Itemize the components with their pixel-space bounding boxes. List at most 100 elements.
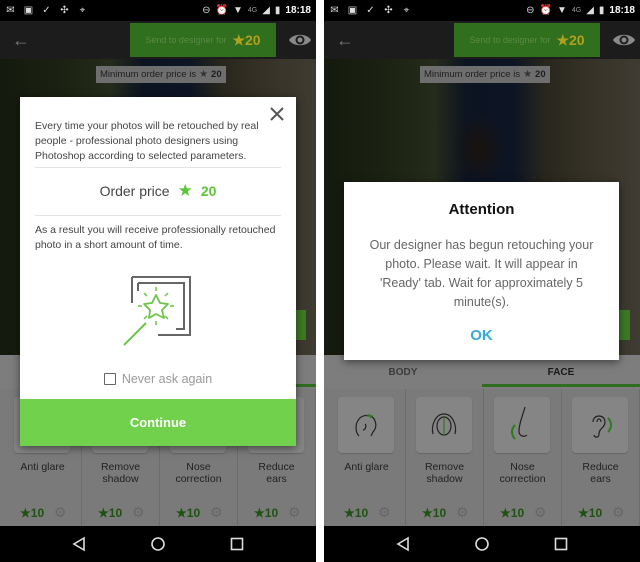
card-icon-box xyxy=(572,397,628,453)
card-name-line2: correction xyxy=(175,473,222,485)
phone-screen-attention-dialog: ✉ ▣ ✓ ✣ ⌖ ⊖ ⏰ ▼ 4G ◢ ▮ 18:18 ← Send to d… xyxy=(324,0,640,562)
tab-face[interactable]: FACE xyxy=(482,355,640,389)
android-nav-bar xyxy=(0,526,316,562)
card-name: Nose correction xyxy=(484,461,561,485)
minimum-price-badge: Minimum order price is ★ 20 xyxy=(96,66,226,83)
arrow-left-icon: ← xyxy=(12,30,30,50)
maps-icon: ⌖ xyxy=(403,5,410,16)
card-price: ★10 xyxy=(254,506,279,520)
card-name: Reduce ears xyxy=(562,461,639,485)
download-done-icon: ✓ xyxy=(42,5,51,16)
square-recents-icon xyxy=(554,537,567,551)
gear-icon[interactable]: ⚙ xyxy=(456,504,469,521)
option-card-remove-shadow[interactable]: Remove shadow ★10 ⚙ xyxy=(406,389,484,526)
tab-body[interactable]: BODY xyxy=(324,355,482,389)
alarm-icon: ⏰ xyxy=(539,5,552,16)
card-price-value: 10 xyxy=(588,506,603,520)
nav-home-button[interactable] xyxy=(472,534,492,554)
card-name-line1: Reduce xyxy=(258,461,295,473)
toolbar: ← Send to designer for ★20 xyxy=(0,21,316,59)
toolbar: ← Send to designer for ★20 xyxy=(324,21,640,59)
card-name: Anti glare xyxy=(328,461,405,473)
image-icon: ▣ xyxy=(23,5,34,16)
retouch-options-list: Anti glare ★10 ⚙ Remove shadow ★10 ⚙ Nose… xyxy=(324,389,640,526)
card-price: ★10 xyxy=(176,506,201,520)
card-name: Nose correction xyxy=(160,461,237,485)
card-name-line2: shadow xyxy=(102,473,139,485)
category-tabs: BODY FACE xyxy=(324,355,640,389)
image-icon: ▣ xyxy=(347,5,358,16)
option-card-anti-glare[interactable]: Anti glare ★10 ⚙ xyxy=(328,389,406,526)
nav-back-button[interactable] xyxy=(393,534,413,554)
retouch-info-dialog: Every time your photos will be retouched… xyxy=(20,97,296,446)
wifi-icon: ▼ xyxy=(556,5,567,16)
gear-icon[interactable]: ⚙ xyxy=(612,504,625,521)
maps-icon: ⌖ xyxy=(79,5,86,16)
card-price: ★10 xyxy=(98,506,123,520)
option-card-nose-correction[interactable]: Nose correction ★10 ⚙ xyxy=(484,389,562,526)
gear-icon[interactable]: ⚙ xyxy=(534,504,547,521)
phone-screen-info-dialog: ✉ ▣ ✓ ✣ ⌖ ⊖ ⏰ ▼ 4G ◢ ▮ 18:18 ← Send to d… xyxy=(0,0,316,562)
card-price-value: 10 xyxy=(510,506,525,520)
nav-home-button[interactable] xyxy=(148,534,168,554)
ok-button[interactable]: OK xyxy=(344,327,619,344)
gear-icon[interactable]: ⚙ xyxy=(54,504,67,521)
gear-icon[interactable]: ⚙ xyxy=(132,504,145,521)
head-glare-icon xyxy=(355,413,377,437)
battery-icon: ▮ xyxy=(274,5,281,16)
nav-back-button[interactable] xyxy=(69,534,89,554)
continue-button[interactable]: Continue xyxy=(20,399,296,446)
gmail-icon: ✉ xyxy=(6,5,15,16)
option-card-reduce-ears[interactable]: Reduce ears ★10 ⚙ xyxy=(562,389,640,526)
send-to-designer-button[interactable]: Send to designer for ★20 xyxy=(454,23,600,57)
star-icon: ★ xyxy=(523,69,533,80)
card-name: Reduce ears xyxy=(238,461,315,485)
preview-button[interactable] xyxy=(288,28,312,52)
back-button[interactable]: ← xyxy=(336,30,356,50)
gear-icon[interactable]: ⚙ xyxy=(378,504,391,521)
card-price: ★10 xyxy=(344,506,369,520)
send-price-value: 20 xyxy=(569,31,585,48)
star-icon: ★ xyxy=(199,69,209,80)
card-price-value: 10 xyxy=(108,506,123,520)
min-price-value: 20 xyxy=(535,69,546,80)
preview-button[interactable] xyxy=(612,28,636,52)
dialog-title: Attention xyxy=(448,201,515,218)
square-recents-icon xyxy=(230,537,243,551)
card-icon-box xyxy=(338,397,394,453)
do-not-disturb-icon: ⊖ xyxy=(202,5,211,16)
card-price-value: 10 xyxy=(354,506,369,520)
order-price-value: 20 xyxy=(200,183,217,199)
wifi-icon: ▼ xyxy=(232,5,243,16)
card-price-value: 10 xyxy=(30,506,45,520)
eye-icon xyxy=(613,34,635,46)
never-ask-again-label: Never ask again xyxy=(121,372,213,386)
nose-icon xyxy=(511,406,528,440)
never-ask-again-row[interactable]: Never ask again xyxy=(20,372,296,386)
card-name-line1: Remove xyxy=(424,461,465,473)
network-4g-icon: 4G xyxy=(571,7,582,14)
card-name-line1: Reduce xyxy=(582,461,619,473)
network-4g-icon: 4G xyxy=(247,7,258,14)
order-price-label: Order price xyxy=(99,183,170,199)
divider xyxy=(35,215,281,216)
card-name-line2: ears xyxy=(266,473,287,485)
min-price-label: Minimum order price is xyxy=(424,69,521,80)
card-price: ★10 xyxy=(422,506,447,520)
back-button[interactable]: ← xyxy=(12,30,32,50)
send-to-designer-button[interactable]: Send to designer for ★20 xyxy=(130,23,276,57)
card-name-line2: shadow xyxy=(426,473,463,485)
order-price-row: Order price ★ 20 xyxy=(20,181,296,201)
eye-icon xyxy=(289,34,311,46)
star-icon: ★ xyxy=(556,31,570,48)
nav-recents-button[interactable] xyxy=(227,534,247,554)
gear-icon[interactable]: ⚙ xyxy=(288,504,301,521)
nav-recents-button[interactable] xyxy=(551,534,571,554)
star-icon: ★ xyxy=(232,31,246,48)
ear-icon xyxy=(592,415,612,438)
gear-icon[interactable]: ⚙ xyxy=(210,504,223,521)
minimum-price-badge: Minimum order price is ★ 20 xyxy=(420,66,550,83)
alarm-icon: ⏰ xyxy=(215,5,228,16)
never-ask-again-checkbox[interactable] xyxy=(103,373,116,385)
card-price: ★10 xyxy=(500,506,525,520)
